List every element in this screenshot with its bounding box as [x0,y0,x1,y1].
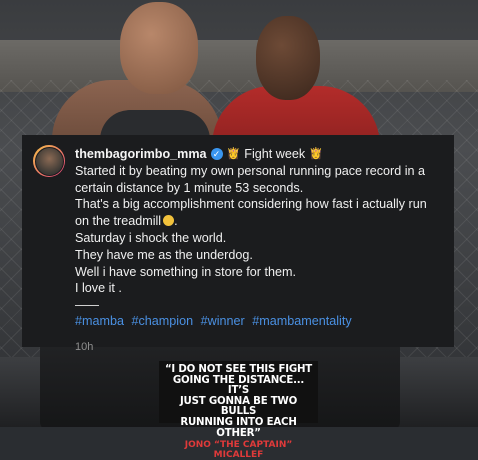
caption-line: That's a big accomplishment considering … [75,197,427,212]
caption-line-text: on the treadmill [75,214,162,229]
post-caption: thembagorimbo_mma ✓ 👸 Fight week 👸 Start… [22,135,454,353]
caption-line: Saturday i shock the world. [75,230,227,245]
quote-author: JONO “THE CAPTAIN” MICALLEF [184,440,293,460]
verified-badge-icon: ✓ [210,148,223,161]
caption-line: certain distance by 1 minute 53 seconds. [75,180,304,195]
caption-line-treadmill: on the treadmill. [75,214,178,229]
caption-line: Started it by beating my own personal ru… [75,163,426,178]
caption-line: Well i have something in store for them. [75,264,296,279]
hashtag-list: #mamba #champion #winner #mambamentality [75,313,446,330]
post-timestamp[interactable]: 10h [75,339,446,356]
quote-line: “I DO NOT SEE THIS FIGHT [164,364,313,375]
caption-title: Fight week [244,147,306,161]
caption-header: thembagorimbo_mma ✓ 👸 Fight week 👸 [75,146,446,163]
avatar[interactable] [33,145,65,177]
caption-content: thembagorimbo_mma ✓ 👸 Fight week 👸 Start… [75,146,446,356]
hashtag-link[interactable]: #mamba [75,314,124,328]
hashtag-link[interactable]: #winner [201,314,245,328]
grinning-face-icon [163,215,175,227]
avatar-image [34,146,64,176]
crown-emoji-2: 👸 [309,148,323,160]
quote-line: RUNNING INTO EACH OTHER” [180,416,297,439]
crown-emoji: 👸 [226,148,241,160]
caption-line: I love it . [75,281,122,296]
quote-line: GOING THE DISTANCE... IT’S [172,374,305,397]
hashtag-link[interactable]: #champion [132,314,194,328]
person-right-head [256,16,320,100]
quote-line: JUST GONNA BE TWO BULLS [179,395,298,418]
person-left-head [120,2,198,94]
username-link[interactable]: thembagorimbo_mma [75,146,207,163]
caption-line: They have me as the underdog. [75,247,253,262]
quote-banner: “I DO NOT SEE THIS FIGHT GOING THE DISTA… [159,361,318,460]
hashtag-link[interactable]: #mambamentality [252,314,351,328]
caption-separator [75,305,99,307]
